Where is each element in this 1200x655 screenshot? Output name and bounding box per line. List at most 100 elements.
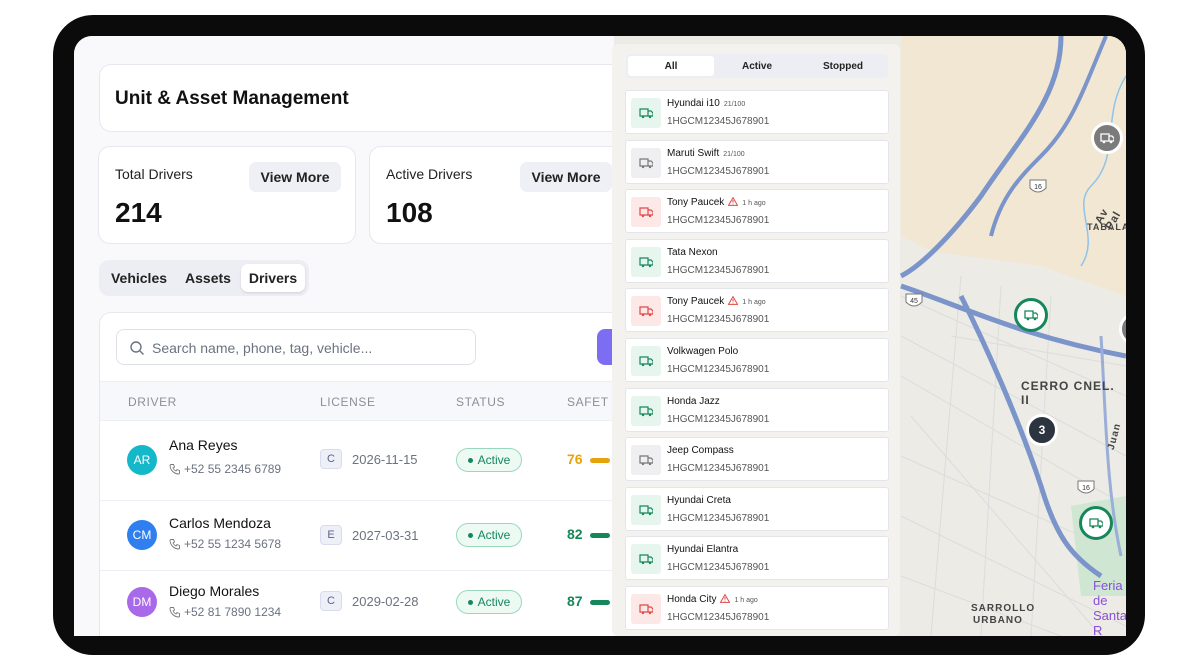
safety-score-bar [590,600,610,605]
vehicle-pin-active[interactable] [1014,298,1048,332]
vehicle-name: Tata Nexon [667,246,718,258]
phone-icon [169,607,180,618]
vehicle-name: Maruti Swift [667,147,720,159]
status-badge: Active [456,590,522,614]
table-row[interactable]: AR Ana Reyes +52 55 2345 6789 C 2026-11-… [100,421,660,501]
safety-score: 76 [567,451,583,467]
vehicle-card[interactable]: Honda Jazz 1HGCM12345J678901 [625,387,889,432]
vehicle-filter-tabs: All Active Stopped [626,54,888,78]
status-badge: Active [456,448,522,472]
vehicle-name-line: Jeep Compass [667,445,738,456]
vehicle-card[interactable]: Tony Paucek 1 h ago 1HGCM12345J678901 [625,189,889,234]
vehicle-icon-box [631,296,661,327]
stat-value: 214 [115,197,162,228]
warning-icon [720,594,731,603]
truck-icon [639,157,653,168]
vehicle-name: Hyundai Creta [667,494,731,506]
column-header-license: LICENSE [320,395,376,409]
truck-icon [1100,133,1114,144]
vehicle-vin: 1HGCM12345J678901 [667,612,770,623]
vehicle-name-line: Volkwagen Polo [667,346,742,357]
vehicle-meta: 1 h ago [734,597,758,604]
cluster-marker[interactable]: 3 [1026,414,1058,446]
vehicle-card[interactable]: Hyundai Elantra 1HGCM12345J678901 [625,536,889,581]
status-text: Active [477,453,511,467]
vehicle-icon-box [631,445,661,476]
warning-icon [728,197,739,207]
view-more-button[interactable]: View More [249,162,341,192]
vehicle-card[interactable]: Honda City 1 h ago 1HGCM12345J678901 [625,586,889,630]
avatar: AR [127,445,157,475]
vehicle-card[interactable]: Hyundai Creta 1HGCM12345J678901 [625,486,889,531]
vehicle-icon-box [631,346,661,376]
table-row[interactable]: DM Diego Morales +52 81 7890 1234 C 2029… [100,571,660,636]
stat-card-total-drivers: Total Drivers 214 View More [98,146,356,244]
shield-label: 45 [910,298,918,305]
vehicle-card[interactable]: Hyundai i10 21/100 1HGCM12345J678901 [625,90,889,134]
avatar: CM [127,520,157,550]
filter-all[interactable]: All [628,56,714,76]
status-dot [467,457,473,463]
vehicle-icon-box [631,147,661,178]
safety-score-bar [590,533,610,538]
vehicle-pin-active[interactable] [1079,506,1113,540]
phone-icon [169,464,180,475]
license-expiry: 2026-11-15 [352,452,418,467]
tab-assets[interactable]: Assets [177,264,239,292]
truck-icon [639,505,653,515]
filter-active[interactable]: Active [714,56,800,76]
view-more-button[interactable]: View More [520,162,612,192]
truck-icon [639,108,653,119]
truck-icon [639,306,653,317]
tab-drivers[interactable]: Drivers [241,264,305,292]
vehicle-name-line: Maruti Swift 21/100 [667,148,745,159]
search-icon [130,341,144,355]
vehicle-pin-idle[interactable] [1091,122,1123,154]
app-screen: 16 45 16 CERRO CNEL. II Feria de Santa R… [74,36,1126,636]
truck-icon [639,356,653,367]
vehicle-vin: 1HGCM12345J678901 [667,364,770,375]
license-class-badge: C [320,449,342,469]
search-input[interactable]: Search name, phone, tag, vehicle... [116,329,476,365]
page-title: Unit & Asset Management [115,88,349,109]
license-expiry: 2027-03-31 [352,528,419,543]
vehicle-name: Tony Paucek [667,197,725,209]
vehicle-card[interactable]: Maruti Swift 21/100 1HGCM12345J678901 [625,139,889,184]
vehicle-name: Jeep Compass [667,445,734,457]
vehicle-vin: 1HGCM12345J678901 [667,512,770,524]
vehicle-name-line: Tony Paucek 1 h ago [667,296,766,307]
vehicle-card[interactable]: Tata Nexon 1HGCM12345J678901 [625,238,889,283]
column-header-driver: DRIVER [128,395,177,409]
filter-stopped[interactable]: Stopped [800,56,886,76]
vehicle-card[interactable]: Volkwagen Polo 1HGCM12345J678901 [625,338,889,382]
map-label-area: SARROLLO [971,603,1036,614]
truck-icon [639,604,653,615]
vehicle-card[interactable]: Jeep Compass 1HGCM12345J678901 [625,437,889,482]
vehicle-name: Hyundai i10 [667,98,720,109]
truck-icon [639,207,653,218]
vehicle-name: Tony Paucek [667,296,725,308]
shield-label: 16 [1082,485,1090,492]
map-label-neighborhood: CERRO CNEL. II [1021,379,1115,407]
vehicle-vin: 1HGCM12345J678901 [667,165,770,177]
vehicle-vin: 1HGCM12345J678901 [667,264,770,276]
vehicle-card[interactable]: Tony Paucek 1 h ago 1HGCM12345J678901 [625,288,889,333]
map-label-area: TABALA [1087,222,1126,232]
search-placeholder: Search name, phone, tag, vehicle... [152,340,373,356]
tab-vehicles[interactable]: Vehicles [104,264,174,292]
vehicle-icon-box [631,594,661,624]
driver-phone: +52 81 7890 1234 [184,605,282,619]
vehicle-icon-box [631,544,661,575]
vehicle-name: Honda City [667,594,717,605]
vehicle-vin: 1HGCM12345J678901 [667,116,770,127]
vehicle-name-line: Tony Paucek 1 h ago [667,197,766,208]
driver-name: Ana Reyes [169,437,238,453]
vehicle-icon-box [631,494,661,525]
vehicle-vin: 1HGCM12345J678901 [667,314,770,326]
phone-icon [169,539,180,550]
column-header-status: STATUS [456,395,506,409]
license-class-badge: E [320,525,342,545]
table-row[interactable]: CM Carlos Mendoza +52 55 1234 5678 E 202… [100,501,660,571]
safety-score: 82 [567,526,583,542]
vehicle-name-line: Tata Nexon [667,247,722,258]
